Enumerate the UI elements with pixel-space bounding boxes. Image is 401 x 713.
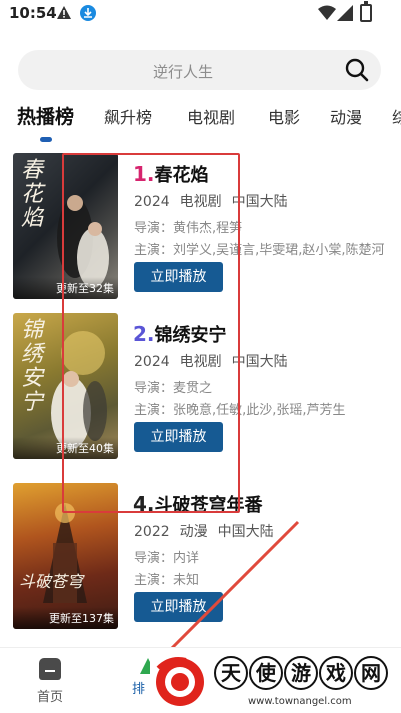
- tab-movies[interactable]: 电影: [268, 104, 300, 128]
- director: 导演：内详: [134, 551, 200, 566]
- nav-rank-label[interactable]: 排: [132, 678, 145, 697]
- poster-title: 春花焰: [21, 158, 44, 231]
- rank-number: 2.: [133, 322, 155, 346]
- type: 电视剧: [179, 354, 222, 370]
- play-button[interactable]: 立即播放: [134, 422, 223, 452]
- region: 中国大陆: [231, 194, 288, 210]
- poster-title: 锦绣安宁: [21, 318, 44, 415]
- watermark-char: 使: [249, 656, 283, 690]
- tab-rising[interactable]: 飙升榜: [104, 104, 152, 128]
- cast: 主演：未知: [134, 573, 200, 588]
- tab-tv-series[interactable]: 电视剧: [187, 104, 235, 128]
- download-icon: [80, 5, 96, 21]
- title: 锦绣安宁: [154, 325, 227, 346]
- update-badge: 更新至32集: [13, 277, 118, 299]
- meta-line: 2022 动漫 中国大陆: [134, 521, 284, 541]
- type: 电视剧: [179, 194, 222, 210]
- play-button[interactable]: 立即播放: [134, 262, 223, 292]
- watermark-text: 天使游戏网: [214, 656, 389, 690]
- poster-title: 斗破苍穹: [19, 572, 84, 591]
- status-time: 10:54: [9, 4, 57, 22]
- tab-hot[interactable]: 热播榜: [17, 104, 74, 129]
- poster-image[interactable]: 春花焰 更新至32集: [13, 153, 118, 299]
- list-item[interactable]: 春花焰 更新至32集 1.春花焰 2024 电视剧 中国大陆 导演：黄伟杰,程笋 主…: [0, 153, 401, 303]
- poster-image[interactable]: 锦绣安宁 更新至40集: [13, 313, 118, 459]
- category-tabs: 热播榜 飙升榜 电视剧 电影 动漫 综: [0, 104, 401, 144]
- tab-active-indicator: [40, 137, 52, 142]
- home-icon[interactable]: [39, 658, 61, 680]
- rank-number: 1.: [133, 162, 155, 186]
- watermark-char: 天: [214, 656, 248, 690]
- type: 动漫: [179, 524, 208, 540]
- watermark-url: www.townangel.com: [248, 696, 352, 707]
- meta-line: 2024 电视剧 中国大陆: [134, 191, 298, 211]
- list-item[interactable]: 锦绣安宁 更新至40集 2.锦绣安宁 2024 电视剧 中国大陆 导演：麦贯之 主演…: [0, 313, 401, 463]
- update-badge: 更新至40集: [13, 437, 118, 459]
- search-placeholder[interactable]: 逆行人生: [18, 61, 348, 82]
- play-button[interactable]: 立即播放: [134, 592, 223, 622]
- watermark-char: 网: [354, 656, 388, 690]
- warning-icon: [57, 6, 71, 19]
- search-icon[interactable]: [345, 58, 369, 82]
- director: 导演：麦贯之: [134, 381, 213, 396]
- cast: 主演：张晚意,任敏,此沙,张瑶,芦芳生: [134, 403, 346, 418]
- region: 中国大陆: [231, 354, 288, 370]
- year: 2022: [134, 524, 170, 540]
- year: 2024: [134, 354, 170, 370]
- watermark-char: 游: [284, 656, 318, 690]
- year: 2024: [134, 194, 170, 210]
- rank-title: 4.斗破苍穹年番: [133, 491, 263, 517]
- rank-title: 1.春花焰: [133, 161, 209, 187]
- tab-anime[interactable]: 动漫: [330, 104, 362, 128]
- tab-variety[interactable]: 综: [392, 104, 401, 128]
- status-bar: 10:54: [0, 0, 401, 28]
- cast: 主演：刘学义,吴谨言,毕雯珺,赵小棠,陈楚河: [134, 243, 385, 258]
- signal-icon: [337, 5, 353, 21]
- search-bar[interactable]: 逆行人生: [18, 50, 381, 90]
- title: 春花焰: [154, 165, 209, 186]
- nav-home-label[interactable]: 首页: [28, 686, 72, 705]
- battery-icon: [360, 1, 372, 22]
- meta-line: 2024 电视剧 中国大陆: [134, 351, 298, 371]
- list-item[interactable]: 斗破苍穹 更新至137集 4.斗破苍穹年番 2022 动漫 中国大陆 导演：内详 主…: [0, 483, 401, 633]
- rank-title: 2.锦绣安宁: [133, 321, 227, 347]
- title: 斗破苍穹年番: [154, 495, 263, 516]
- watermark: 天使游戏网 www.townangel.com: [150, 650, 401, 713]
- update-badge: 更新至137集: [13, 607, 118, 629]
- nav-home[interactable]: 首页: [28, 658, 72, 705]
- director: 导演：黄伟杰,程笋: [134, 221, 243, 236]
- rank-number: 4.: [133, 492, 155, 516]
- poster-image[interactable]: 斗破苍穹 更新至137集: [13, 483, 118, 629]
- wifi-icon: [318, 5, 336, 20]
- watermark-char: 戏: [319, 656, 353, 690]
- region: 中国大陆: [217, 524, 274, 540]
- watermark-logo: [156, 657, 204, 706]
